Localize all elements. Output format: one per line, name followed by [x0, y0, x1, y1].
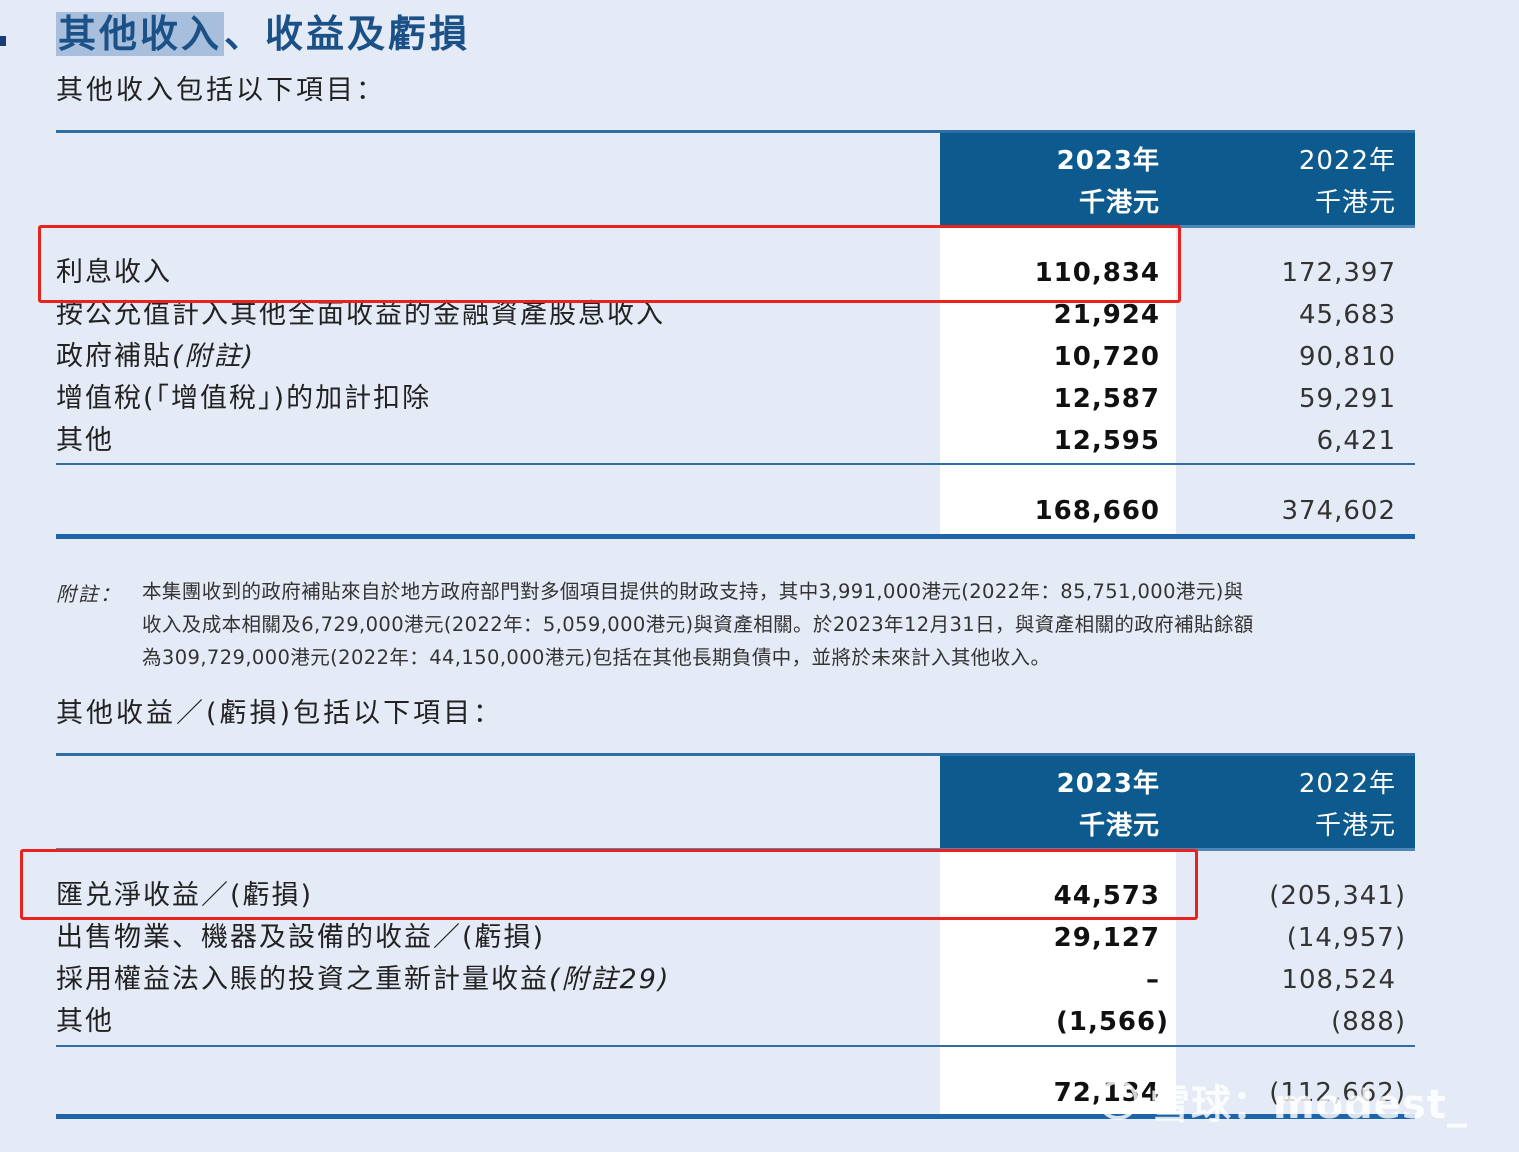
- section1-intro: 其他收入包括以下項目：: [56, 75, 386, 106]
- section2-header-year-2022: 2022年: [1298, 769, 1396, 799]
- left-edge-mark: [0, 36, 6, 46]
- table-row: 出售物業、機器及設備的收益／(虧損) 29,127 (14,957): [56, 917, 1415, 959]
- row-value-2022: 45,683: [1299, 300, 1396, 330]
- section1-header-year-2023: 2023年: [1056, 146, 1160, 176]
- note-line: 為309,729,000港元(2022年：44,150,000港元)包括在其他長…: [142, 646, 1051, 669]
- row-label: 其他: [56, 1006, 114, 1037]
- row-label-wrap: 政府補貼(附註): [56, 336, 255, 378]
- section2-header-year-2023: 2023年: [1056, 769, 1160, 799]
- row-value-2022: (888): [1331, 1007, 1406, 1037]
- section2-header-unit-2022: 千港元: [1314, 811, 1396, 841]
- row-value-2023: –: [1146, 965, 1160, 995]
- row-value-2022: 90,810: [1299, 342, 1396, 372]
- section1-bottom-rule: [56, 534, 1415, 539]
- row-label: 增值稅(「增值稅」)的加計扣除: [56, 383, 432, 414]
- watermark-text: 雪球：modest_: [1150, 1082, 1468, 1128]
- section1-header-unit-2022: 千港元: [1314, 188, 1396, 218]
- row-note-ref: (附註29): [549, 964, 671, 995]
- row-value-2022: 59,291: [1299, 384, 1396, 414]
- section-heading: 其他收入、收益及虧損: [56, 10, 470, 58]
- section2-header-unit-2023: 千港元: [1078, 811, 1160, 841]
- table-row: 政府補貼(附註) 10,720 90,810: [56, 336, 1415, 378]
- row-value-2023: 12,595: [1053, 426, 1160, 456]
- row-label: 政府補貼: [56, 341, 172, 372]
- row-value-2023: 10,720: [1053, 342, 1160, 372]
- table-row: 其他 (1,566) (888): [56, 1001, 1415, 1043]
- total-row: 168,660 374,602: [56, 490, 1415, 532]
- row-value-2022: 6,421: [1316, 426, 1396, 456]
- row-note-ref: (附註): [172, 341, 256, 372]
- row-label: 採用權益法入賬的投資之重新計量收益: [56, 964, 549, 995]
- total-value-2022: 374,602: [1281, 496, 1396, 526]
- table-row: 增值稅(「增值稅」)的加計扣除 12,587 59,291: [56, 378, 1415, 420]
- row-value-2022: (14,957): [1286, 923, 1406, 953]
- section2-intro: 其他收益／(虧損)包括以下項目：: [56, 698, 504, 729]
- section1-header-year-2022: 2022年: [1298, 146, 1396, 176]
- row-label: 出售物業、機器及設備的收益／(虧損): [56, 922, 546, 953]
- heading-rest-text: 、收益及虧損: [224, 12, 471, 56]
- row-value-2023: 12,587: [1053, 384, 1160, 414]
- row-value-2022: 172,397: [1281, 258, 1396, 288]
- row-value-2022: 108,524: [1281, 965, 1396, 995]
- row-label: 其他: [56, 425, 114, 456]
- total-value-2023: 168,660: [1034, 496, 1160, 526]
- row-value-2022: (205,341): [1269, 881, 1406, 911]
- note-label: 附註：: [56, 582, 122, 606]
- highlight-box-interest-income: [38, 225, 1181, 303]
- row-value-2023: (1,566): [1055, 1007, 1169, 1037]
- section1-header-unit-2023: 千港元: [1078, 188, 1160, 218]
- table-row: 採用權益法入賬的投資之重新計量收益(附註29) – 108,524: [56, 959, 1415, 1001]
- row-value-2023: 29,127: [1053, 923, 1160, 953]
- highlight-box-fx-gain: [20, 849, 1198, 920]
- note-line: 本集團收到的政府補貼來自於地方政府部門對多個項目提供的財政支持，其中3,991,…: [142, 580, 1244, 603]
- row-label-wrap: 採用權益法入賬的投資之重新計量收益(附註29): [56, 959, 670, 1001]
- table-row: 其他 12,595 6,421: [56, 420, 1415, 462]
- watermark-logo-icon: [1098, 1080, 1138, 1120]
- section2-subtotal-rule: [56, 1045, 1415, 1047]
- heading-highlighted-text: 其他收入: [56, 12, 225, 56]
- section1-subtotal-rule: [56, 463, 1415, 465]
- note-line: 收入及成本相關及6,729,000港元(2022年：5,059,000港元)與資…: [142, 613, 1254, 636]
